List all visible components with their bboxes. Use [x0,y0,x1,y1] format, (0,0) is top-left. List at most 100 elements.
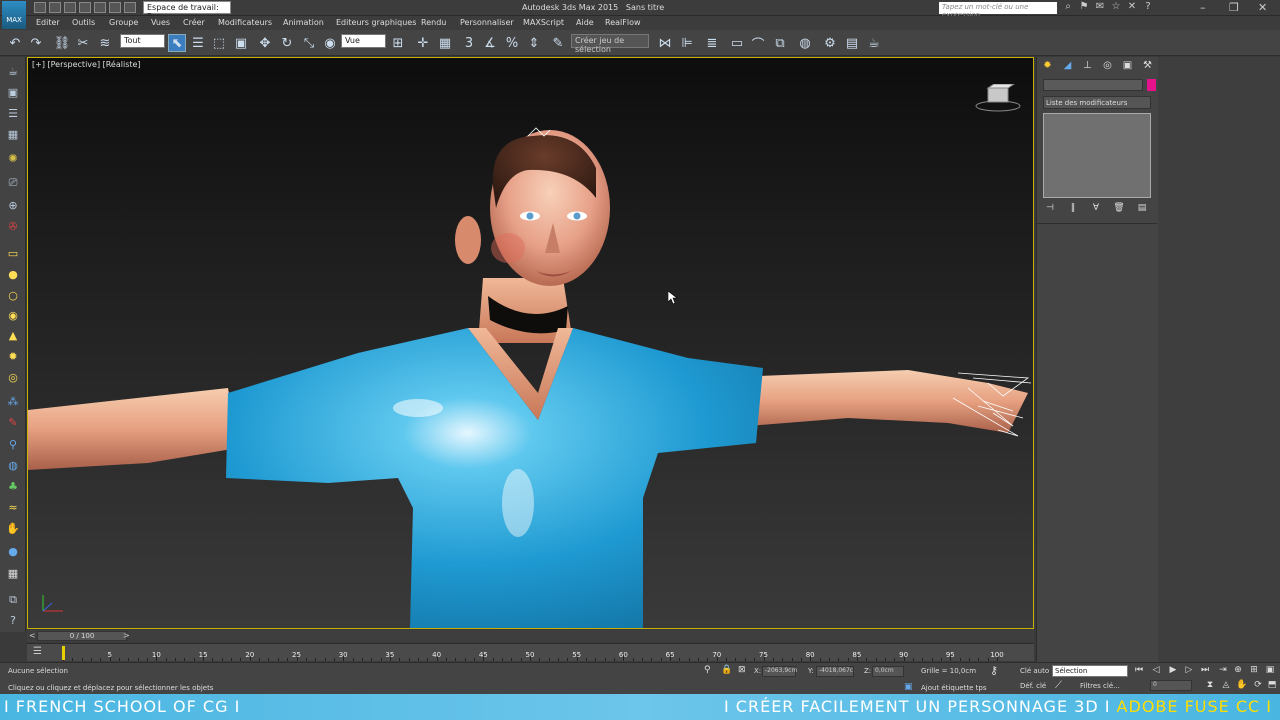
link-icon[interactable]: ⛓ [53,34,71,52]
paint-icon[interactable]: ✎ [5,414,21,430]
ribbon-icon[interactable]: ▭ [728,34,746,52]
exchange-icon[interactable]: ✕ [1126,1,1138,13]
next-frame-icon[interactable]: > [123,631,130,640]
menu-create[interactable]: Créer [183,18,205,27]
calculator-icon[interactable]: ▦ [5,565,21,581]
list-icon[interactable]: ☰ [5,105,21,121]
viewcube[interactable] [974,83,1022,112]
object-name-field[interactable] [1043,79,1143,91]
make-unique-icon[interactable]: ∀ [1089,203,1103,215]
percent-snap-icon[interactable]: % [503,34,521,52]
motion-tab-icon[interactable]: ◎ [1101,59,1114,72]
hierarchy-tab-icon[interactable]: ⊥ [1081,59,1094,72]
menu-help[interactable]: Aide [576,18,594,27]
material-editor-icon[interactable]: ◍ [796,34,814,52]
new-file-icon[interactable] [34,2,46,13]
set-key-button[interactable]: Déf. clé [1020,682,1046,690]
rectangular-region-icon[interactable]: ⬚ [210,34,228,52]
select-manipulate-icon[interactable]: ✛ [414,34,432,52]
rotate-icon[interactable]: ↻ [278,34,296,52]
menu-animation[interactable]: Animation [283,18,324,27]
placement-icon[interactable]: ◉ [321,34,339,52]
render-sphere-icon[interactable]: ● [5,543,21,559]
box-icon[interactable]: ▣ [5,84,21,100]
scale-icon[interactable]: ⤡ [300,34,318,52]
layer-manager-icon[interactable]: ≣ [703,34,721,52]
menu-maxscript[interactable]: MAXScript [523,18,564,27]
help-circle-icon[interactable]: ? [5,612,21,628]
grid-icon[interactable]: ▦ [5,126,21,142]
show-end-result-icon[interactable]: ‖ [1066,203,1080,215]
cloth-icon[interactable]: ✋ [5,520,21,536]
auto-key-button[interactable]: Clé auto [1020,667,1049,675]
rendered-frame-icon[interactable]: ▤ [843,34,861,52]
curve-editor-mini-icon[interactable]: ☰ [33,646,42,657]
menu-tools[interactable]: Outils [72,18,95,27]
undo-icon[interactable] [79,2,91,13]
select-object-button[interactable]: ⬉ [168,34,186,52]
remove-modifier-icon[interactable]: 🗑 [1112,203,1126,215]
next-frame-icon-status[interactable]: ▷ [1183,665,1195,677]
time-config-icon[interactable]: ⧗ [1204,680,1216,692]
key-filters-button[interactable]: Filtres clé... [1080,682,1120,690]
selection-filter-dropdown[interactable]: Tout [120,34,165,48]
configure-sets-icon[interactable]: ▤ [1135,203,1149,215]
field-of-view-icon[interactable]: ◬ [1220,680,1232,692]
select-by-name-icon[interactable]: ☰ [189,34,207,52]
menu-graph-editors[interactable]: Editeurs graphiques [336,18,416,27]
zoom-icon[interactable]: ⊕ [1232,665,1244,677]
window-crossing-icon[interactable]: ▣ [232,34,250,52]
particles-icon[interactable]: ⁂ [5,393,21,409]
reference-coordinate-dropdown[interactable]: Vue [341,34,386,48]
menu-customize[interactable]: Personnaliser [460,18,514,27]
menu-group[interactable]: Groupe [109,18,138,27]
globe-icon[interactable]: ◍ [5,457,21,473]
utilities-tab-icon[interactable]: ⚒ [1141,59,1154,72]
zoom-all-icon[interactable]: ⊞ [1248,665,1260,677]
frame-spinner[interactable]: 0 [1150,680,1192,691]
pin-stack-icon[interactable]: ⊣ [1043,203,1057,215]
scene-explorer-icon[interactable]: ⧉ [5,592,21,608]
undo-button[interactable]: ↶ [6,34,24,52]
favorites-star-icon[interactable]: ☆ [1110,1,1122,13]
mirror-icon[interactable]: ⋈ [656,34,674,52]
close-icon[interactable]: ✕ [1258,1,1267,14]
hold-icon[interactable] [109,2,121,13]
angle-snap-icon[interactable]: ∡ [481,34,499,52]
isolate-icon[interactable]: ⚲ [704,665,711,675]
key-curve-icon[interactable]: ⟋ [1055,680,1062,691]
time-slider[interactable]: 0 / 100 [37,631,127,641]
geosphere-icon[interactable]: ◉ [5,307,21,323]
plant-icon[interactable]: ♣ [5,478,21,494]
binoculars-icon[interactable]: ⌕ [1062,1,1074,13]
unlink-icon[interactable]: ✂ [74,34,92,52]
x-coordinate-field[interactable]: -2063,9cm [762,666,797,677]
subscription-icon[interactable]: ⚑ [1078,1,1090,13]
object-color-swatch[interactable] [1147,79,1156,91]
orbit-icon[interactable]: ⟳ [1252,680,1264,692]
add-time-tag[interactable]: Ajout étiquette tps [921,684,986,692]
prev-frame-icon[interactable]: < [29,631,36,640]
help-icon[interactable]: ? [1142,1,1154,13]
z-coordinate-field[interactable]: 0,0cm [872,666,904,677]
y-coordinate-field[interactable]: -4018,067c [816,666,854,677]
keyboard-shortcut-icon[interactable]: ▦ [436,34,454,52]
pivot-center-icon[interactable]: ⊞ [389,34,407,52]
previous-frame-icon[interactable]: ◁ [1150,665,1162,677]
project-folder-icon[interactable] [124,2,136,13]
minimize-icon[interactable]: – [1200,1,1206,14]
communication-icon[interactable]: ✉ [1094,1,1106,13]
maximize-viewport-icon[interactable]: ⬒ [1266,680,1278,692]
sphere-icon[interactable]: ● [5,266,21,282]
cone-icon[interactable]: ▲ [5,327,21,343]
render-production-icon[interactable]: ☕ [865,34,883,52]
camera-icon[interactable]: ⎚ [5,175,21,191]
go-to-end-icon[interactable]: ⏭ [1199,665,1211,677]
spacewarp-icon[interactable]: ✇ [5,218,21,234]
play-icon[interactable]: ▶ [1167,665,1179,677]
menu-edit[interactable]: Editer [36,18,60,27]
light-bulb-icon[interactable]: ✺ [5,150,21,166]
zoom-extents-icon[interactable]: ▣ [1264,665,1276,677]
pan-icon[interactable]: ✋ [1236,680,1248,692]
edit-named-selection-icon[interactable]: ✎ [549,34,567,52]
